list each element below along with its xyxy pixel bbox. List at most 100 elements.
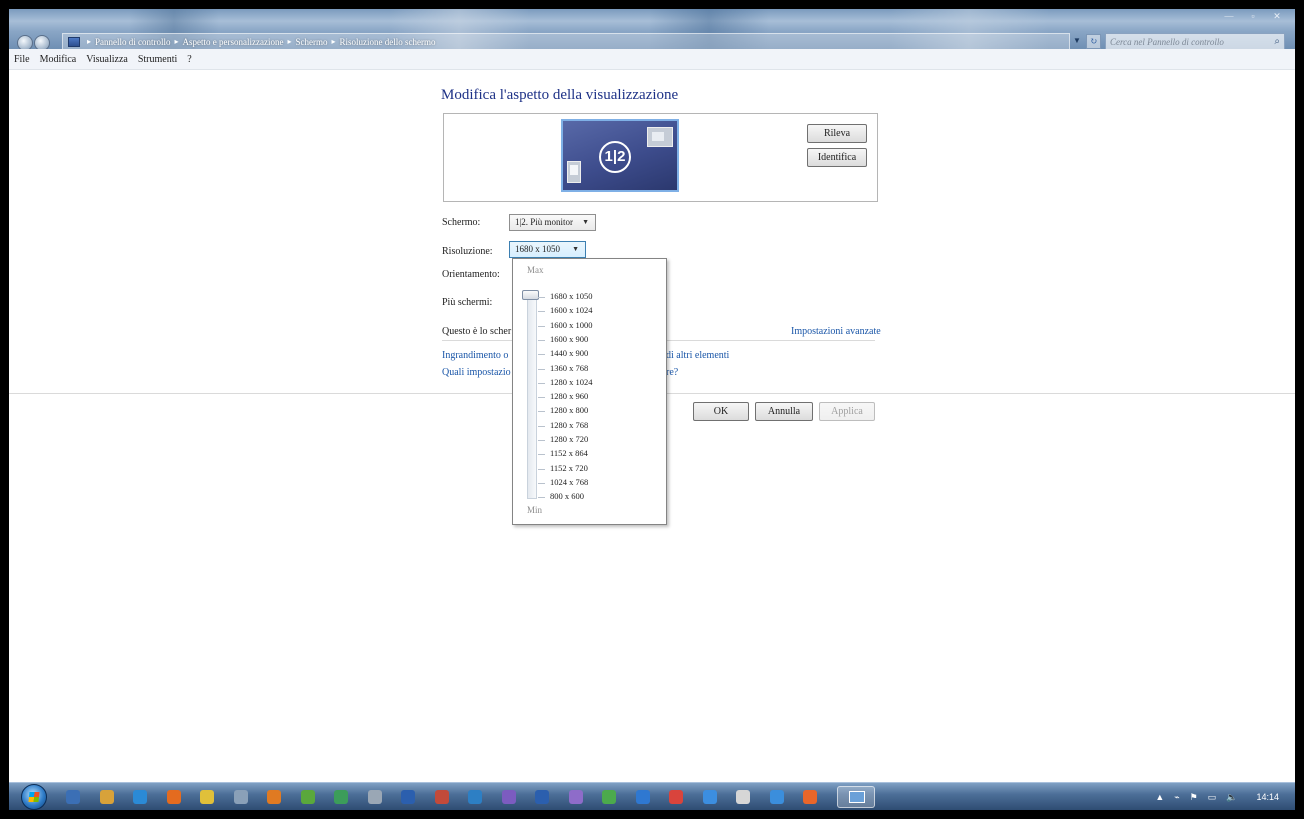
calendar-icon[interactable]: [468, 790, 482, 804]
resolution-option[interactable]: 1600 x 1024: [550, 305, 593, 315]
identify-button[interactable]: Identifica: [807, 148, 867, 167]
resolution-select[interactable]: 1680 x 1050 ▼: [509, 241, 586, 258]
slider-tick: [538, 425, 545, 427]
folder-icon[interactable]: [803, 790, 817, 804]
vlc-icon[interactable]: [267, 790, 281, 804]
display-label: Schermo:: [442, 217, 481, 228]
network-icon[interactable]: ⌁: [1174, 792, 1179, 803]
resolution-option[interactable]: 1024 x 768: [550, 477, 588, 487]
breadcrumb-display[interactable]: Schermo: [296, 37, 328, 47]
close-button[interactable]: ✕: [1265, 9, 1289, 25]
display-icon[interactable]: [836, 786, 875, 808]
volume-icon[interactable]: 🔈: [1226, 792, 1237, 803]
chevron-right-icon: ▸: [287, 37, 292, 46]
screen: — ▫ ✕ ▸ Pannello di controllo ▸ Aspetto …: [9, 9, 1295, 810]
grid-icon[interactable]: [702, 790, 717, 804]
monitor-tray-icon[interactable]: ▭: [1208, 792, 1217, 803]
resolution-option[interactable]: 1280 x 800: [550, 405, 588, 415]
ie-icon[interactable]: [133, 790, 147, 804]
firefox-icon[interactable]: [166, 790, 181, 804]
start-button[interactable]: [21, 784, 47, 810]
chrome-icon[interactable]: [200, 790, 214, 804]
advanced-settings-link[interactable]: Impostazioni avanzate: [791, 326, 881, 337]
edit-icon[interactable]: [769, 790, 784, 804]
resolution-option[interactable]: 1600 x 1000: [550, 320, 593, 330]
clock[interactable]: 14:14: [1256, 792, 1279, 802]
menu-file[interactable]: File: [9, 54, 35, 65]
resolution-option[interactable]: 1152 x 720: [550, 463, 588, 473]
camera-icon[interactable]: [367, 790, 382, 804]
search-box[interactable]: Cerca nel Pannello di controllo ⌕: [1105, 33, 1285, 50]
menu-help[interactable]: ?: [182, 54, 196, 65]
gear-icon[interactable]: [736, 790, 750, 804]
resolution-option[interactable]: 1600 x 900: [550, 334, 588, 344]
slider-tick: [538, 297, 545, 298]
cancel-button[interactable]: Annulla: [755, 402, 813, 421]
breadcrumb-control-panel[interactable]: Pannello di controllo: [95, 37, 171, 47]
resolution-option[interactable]: 1440 x 900: [550, 348, 588, 358]
slider-tick: [538, 339, 545, 341]
resolution-option[interactable]: 1280 x 768: [550, 420, 588, 430]
media-icon[interactable]: [99, 790, 114, 804]
slider-tick: [538, 397, 545, 399]
resolution-option[interactable]: 1280 x 960: [550, 391, 588, 401]
resolution-slider-track[interactable]: [527, 295, 537, 499]
slider-tick: [538, 368, 545, 370]
detect-button[interactable]: Rileva: [807, 124, 867, 143]
menu-edit[interactable]: Modifica: [35, 54, 82, 65]
resolution-dropdown[interactable]: Max 1680 x 1050 1600 x 1024 1600 x 1000 160…: [512, 258, 667, 525]
ok-button[interactable]: OK: [693, 402, 749, 421]
apply-button[interactable]: Applica: [819, 402, 875, 421]
resolution-option[interactable]: 1280 x 720: [550, 434, 588, 444]
max-label: Max: [527, 265, 544, 275]
minimize-button[interactable]: —: [1217, 9, 1241, 25]
slider-tick: [538, 468, 545, 470]
search-icon[interactable]: ⌕: [1274, 36, 1280, 47]
search-input[interactable]: Cerca nel Pannello di controllo: [1110, 37, 1224, 47]
leaf-icon[interactable]: [300, 790, 315, 804]
red-app-icon[interactable]: [669, 790, 683, 804]
excel-icon[interactable]: [602, 790, 616, 804]
chevron-down-icon: ▼: [582, 218, 589, 226]
breadcrumb-appearance[interactable]: Aspetto e personalizzazione: [183, 37, 284, 47]
maps-icon[interactable]: [434, 790, 449, 804]
resolution-option[interactable]: 800 x 600: [550, 491, 584, 501]
slider-tick: [538, 311, 545, 313]
system-tray: ▲ ⌁ ⚑ ▭ 🔈 14:14: [1150, 783, 1289, 810]
resolution-option[interactable]: 1680 x 1050: [550, 291, 593, 301]
resolution-slider-thumb[interactable]: [522, 290, 539, 300]
which-settings-link[interactable]: Quali impostazio: [442, 367, 511, 378]
menu-view[interactable]: Visualizza: [81, 54, 133, 65]
resolution-option[interactable]: 1280 x 1024: [550, 377, 593, 387]
menu-tools[interactable]: Strumenti: [133, 54, 182, 65]
globe-icon[interactable]: [334, 790, 348, 804]
paint-icon[interactable]: [568, 790, 583, 804]
slider-tick: [538, 325, 545, 327]
slider-tick: [538, 354, 545, 356]
display-select[interactable]: 1|2. Più monitor ▼: [509, 214, 596, 231]
chevron-right-icon: ▸: [87, 37, 92, 46]
chevron-right-icon: ▸: [174, 37, 179, 46]
resolution-option[interactable]: 1360 x 768: [550, 363, 588, 373]
address-bar[interactable]: ▸ Pannello di controllo ▸ Aspetto e pers…: [62, 33, 1070, 50]
blue-app-icon[interactable]: [635, 790, 650, 804]
word2-icon[interactable]: [535, 790, 549, 804]
image-icon[interactable]: [501, 790, 516, 804]
refresh-icon[interactable]: ↻: [1086, 34, 1101, 49]
resolution-option[interactable]: 1152 x 864: [550, 448, 588, 458]
tray-arrow-icon[interactable]: ▲: [1155, 792, 1164, 802]
word-icon[interactable]: [401, 790, 415, 804]
explorer-icon[interactable]: [66, 790, 80, 804]
monitor-image[interactable]: 1|2: [561, 119, 679, 192]
text-size-link[interactable]: Ingrandimento o: [442, 350, 508, 361]
address-dropdown-icon[interactable]: ▼: [1073, 36, 1081, 45]
text-size-link-end[interactable]: di altri elementi: [666, 350, 729, 361]
slider-tick: [538, 497, 545, 499]
maximize-button[interactable]: ▫: [1241, 9, 1265, 25]
flag-icon[interactable]: ⚑: [1190, 792, 1198, 803]
window-thumbnail-icon: [567, 161, 581, 183]
breadcrumb-resolution[interactable]: Risoluzione dello schermo: [340, 37, 436, 47]
eye-icon[interactable]: [233, 790, 248, 804]
which-settings-link-end[interactable]: re?: [666, 367, 678, 378]
windows-logo-icon: [28, 792, 40, 802]
